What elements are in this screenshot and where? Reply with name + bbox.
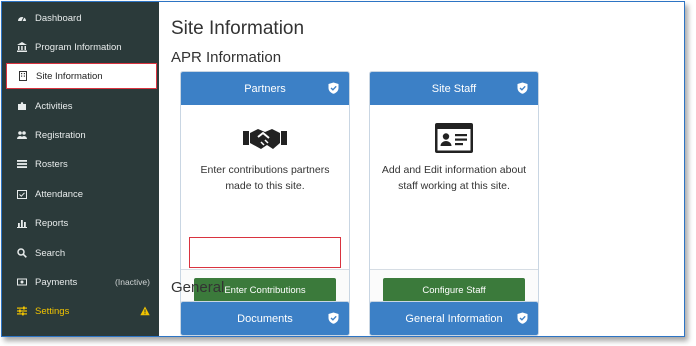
sliders-icon: [14, 306, 30, 316]
card-description: Add and Edit information about staff wor…: [381, 164, 527, 192]
sidebar-item-label: Payments: [35, 276, 78, 288]
shield-check-icon: [328, 82, 339, 94]
sidebar-item-label: Search: [35, 247, 66, 259]
sidebar-item-label: Site Information: [36, 70, 103, 82]
sidebar-item-label: Settings: [35, 305, 70, 317]
search-icon: [14, 248, 30, 258]
app-window: Dashboard Program Information Site Infor…: [1, 1, 685, 337]
sidebar-item-settings[interactable]: Settings: [6, 298, 156, 324]
shield-check-icon: [517, 312, 528, 324]
money-icon: [14, 277, 30, 287]
calendar-check-icon: [14, 189, 30, 199]
card-title: General Information: [405, 312, 503, 325]
sidebar-item-rosters[interactable]: Rosters: [6, 151, 156, 177]
card-title: Documents: [237, 312, 293, 325]
section-heading-apr: APR Information: [171, 49, 282, 66]
configure-staff-button[interactable]: Configure Staff: [383, 278, 525, 302]
main-content: Site Information APR Information Partner…: [159, 2, 684, 336]
sidebar-item-label: Registration: [35, 129, 86, 141]
card-description: Enter contributions partners made to thi…: [200, 164, 330, 192]
partners-card-header: Partners: [181, 72, 349, 105]
sidebar-item-label: Rosters: [35, 158, 68, 170]
users-icon: [14, 130, 30, 140]
dashboard-icon: [14, 13, 30, 23]
shield-check-icon: [328, 312, 339, 324]
card-title: Site Staff: [431, 82, 477, 95]
sidebar-item-search[interactable]: Search: [6, 240, 156, 266]
id-card-icon: [435, 123, 473, 153]
institution-icon: [14, 42, 30, 52]
sidebar-item-reports[interactable]: Reports: [6, 210, 156, 236]
puzzle-icon: [14, 101, 30, 111]
handshake-icon: [243, 129, 287, 149]
warning-icon: [140, 306, 150, 316]
general-information-card: General Information: [369, 301, 539, 336]
building-icon: [15, 71, 31, 81]
shield-check-icon: [517, 82, 528, 94]
partners-card: Partners Enter contributions partners ma…: [180, 71, 350, 311]
bar-chart-icon: [14, 218, 30, 228]
inactive-badge: (Inactive): [115, 277, 150, 287]
sidebar-item-dashboard[interactable]: Dashboard: [6, 5, 156, 31]
sidebar-item-activities[interactable]: Activities: [6, 93, 156, 119]
site-staff-card: Site Staff Add and Edit information abou…: [369, 71, 539, 311]
partners-card-body: Enter contributions partners made to thi…: [181, 105, 349, 269]
list-icon: [14, 159, 30, 169]
documents-card-header[interactable]: Documents: [181, 302, 349, 335]
sidebar-item-program-information[interactable]: Program Information: [6, 34, 156, 60]
sidebar-item-label: Reports: [35, 217, 69, 229]
sidebar-item-label: Attendance: [35, 188, 84, 200]
site-staff-card-header: Site Staff: [370, 72, 538, 105]
sidebar-item-attendance[interactable]: Attendance: [6, 181, 156, 207]
sidebar: Dashboard Program Information Site Infor…: [2, 2, 159, 336]
page-title: Site Information: [171, 18, 305, 39]
sidebar-item-site-information[interactable]: Site Information: [6, 63, 157, 89]
sidebar-item-registration[interactable]: Registration: [6, 122, 156, 148]
general-information-card-header[interactable]: General Information: [370, 302, 538, 335]
sidebar-item-label: Activities: [35, 100, 73, 112]
card-title: Partners: [244, 82, 286, 95]
documents-card: Documents: [180, 301, 350, 336]
sidebar-item-label: Program Information: [35, 41, 122, 53]
sidebar-item-payments[interactable]: Payments (Inactive): [6, 269, 156, 295]
site-staff-card-body: Add and Edit information about staff wor…: [370, 105, 538, 269]
section-heading-general: General: [171, 279, 225, 296]
sidebar-item-label: Dashboard: [35, 12, 82, 24]
